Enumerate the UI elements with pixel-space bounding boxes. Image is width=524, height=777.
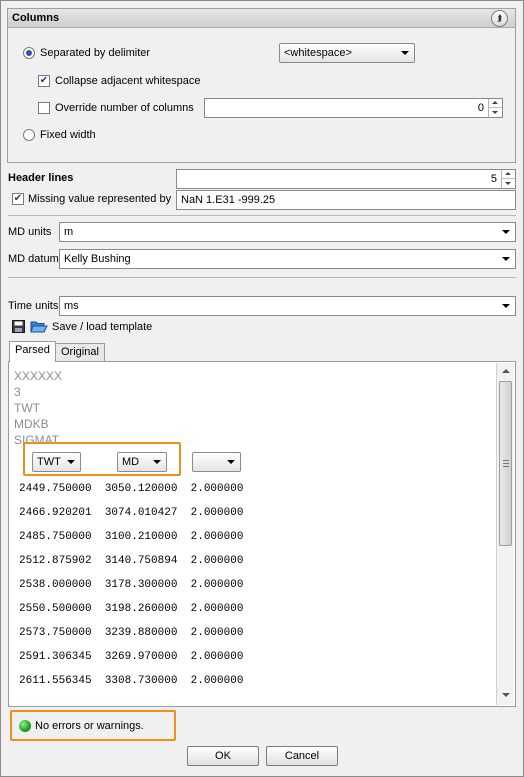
data-row: 2485.750000 3100.210000 2.000000 [19, 531, 244, 543]
separator [8, 277, 516, 278]
column-selectors-highlight [23, 442, 181, 476]
missing-value-input[interactable]: NaN 1.E31 -999.25 [176, 190, 516, 210]
data-row: 2538.000000 3178.300000 2.000000 [19, 579, 244, 591]
status-text: No errors or warnings. [35, 720, 144, 732]
chevron-down-icon [401, 51, 409, 55]
separated-radio[interactable] [23, 47, 35, 59]
md-datum-label: MD datum [8, 253, 59, 265]
scrollbar-thumb[interactable] [499, 381, 512, 546]
header-lines-spinner[interactable]: 5 [176, 169, 516, 189]
data-row: 2591.306345 3269.970000 2.000000 [19, 651, 244, 663]
data-row: 2512.875902 3140.750894 2.000000 [19, 555, 244, 567]
data-row: 2550.500000 3198.260000 2.000000 [19, 603, 244, 615]
md-units-label: MD units [8, 226, 52, 238]
fixed-width-label: Fixed width [40, 129, 96, 141]
chevron-down-icon [502, 230, 510, 234]
spin-down-icon[interactable] [502, 179, 515, 188]
collapse-checkbox[interactable]: ✔ [38, 75, 50, 87]
override-checkbox[interactable] [38, 102, 50, 114]
status-ok-icon [19, 720, 31, 732]
override-label: Override number of columns [55, 102, 194, 114]
data-row: 2449.750000 3050.120000 2.000000 [19, 483, 244, 495]
chevron-down-icon [502, 257, 510, 261]
spin-down-icon[interactable] [489, 108, 502, 117]
scroll-down-icon[interactable] [498, 688, 513, 703]
template-label[interactable]: Save / load template [52, 321, 152, 333]
md-units-combo[interactable]: m [59, 222, 516, 242]
delimiter-combo[interactable]: <whitespace> [279, 43, 415, 63]
separated-label: Separated by delimiter [40, 47, 151, 59]
header-line: MDKB [14, 417, 49, 431]
chevron-down-icon [502, 304, 510, 308]
time-units-label: Time units [8, 300, 59, 312]
header-line: XXXXXX [14, 369, 63, 383]
header-lines-value: 5 [490, 173, 497, 185]
override-columns-spinner[interactable]: 0 [204, 98, 503, 118]
collapse-label: Collapse adjacent whitespace [55, 75, 201, 87]
separator [8, 215, 516, 216]
tab-original[interactable]: Original [55, 343, 105, 362]
columns-group-header[interactable] [8, 9, 515, 28]
delimiter-value: <whitespace> [284, 47, 352, 59]
header-line: 3 [14, 385, 21, 399]
data-row: 2573.750000 3239.880000 2.000000 [19, 627, 244, 639]
missing-value-checkbox[interactable]: ✔ [12, 193, 24, 205]
time-units-combo[interactable]: ms [59, 296, 516, 316]
preview-area[interactable]: XXXXXX 3 TWT MDKB SIGMAT TWT MD 2449.750… [10, 363, 496, 705]
data-row: 2611.556345 3308.730000 2.000000 [19, 675, 244, 687]
md-datum-combo[interactable]: Kelly Bushing [59, 249, 516, 269]
collapse-up-icon[interactable]: ⮭ [491, 10, 508, 27]
md-units-value: m [64, 226, 74, 238]
tab-parsed[interactable]: Parsed [9, 341, 56, 362]
vertical-scrollbar[interactable] [496, 363, 514, 705]
columns-group-title: Columns [12, 12, 60, 24]
data-row: 2466.920201 3074.010427 2.000000 [19, 507, 244, 519]
spin-up-icon[interactable] [489, 99, 502, 108]
ok-button[interactable]: OK [187, 746, 259, 766]
spin-up-icon[interactable] [502, 170, 515, 179]
time-units-value: ms [64, 300, 79, 312]
scroll-up-icon[interactable] [498, 364, 513, 379]
fixed-width-radio[interactable] [23, 129, 35, 141]
header-line: TWT [14, 401, 40, 415]
open-folder-icon[interactable] [30, 319, 48, 333]
cancel-button[interactable]: Cancel [266, 746, 338, 766]
column-3-selector[interactable] [192, 452, 241, 472]
md-datum-value: Kelly Bushing [64, 253, 131, 265]
chevron-down-icon [227, 460, 235, 464]
header-lines-label: Header lines [8, 172, 74, 184]
override-value: 0 [477, 102, 484, 114]
missing-value-label: Missing value represented by [28, 193, 172, 205]
save-icon[interactable] [12, 320, 25, 333]
